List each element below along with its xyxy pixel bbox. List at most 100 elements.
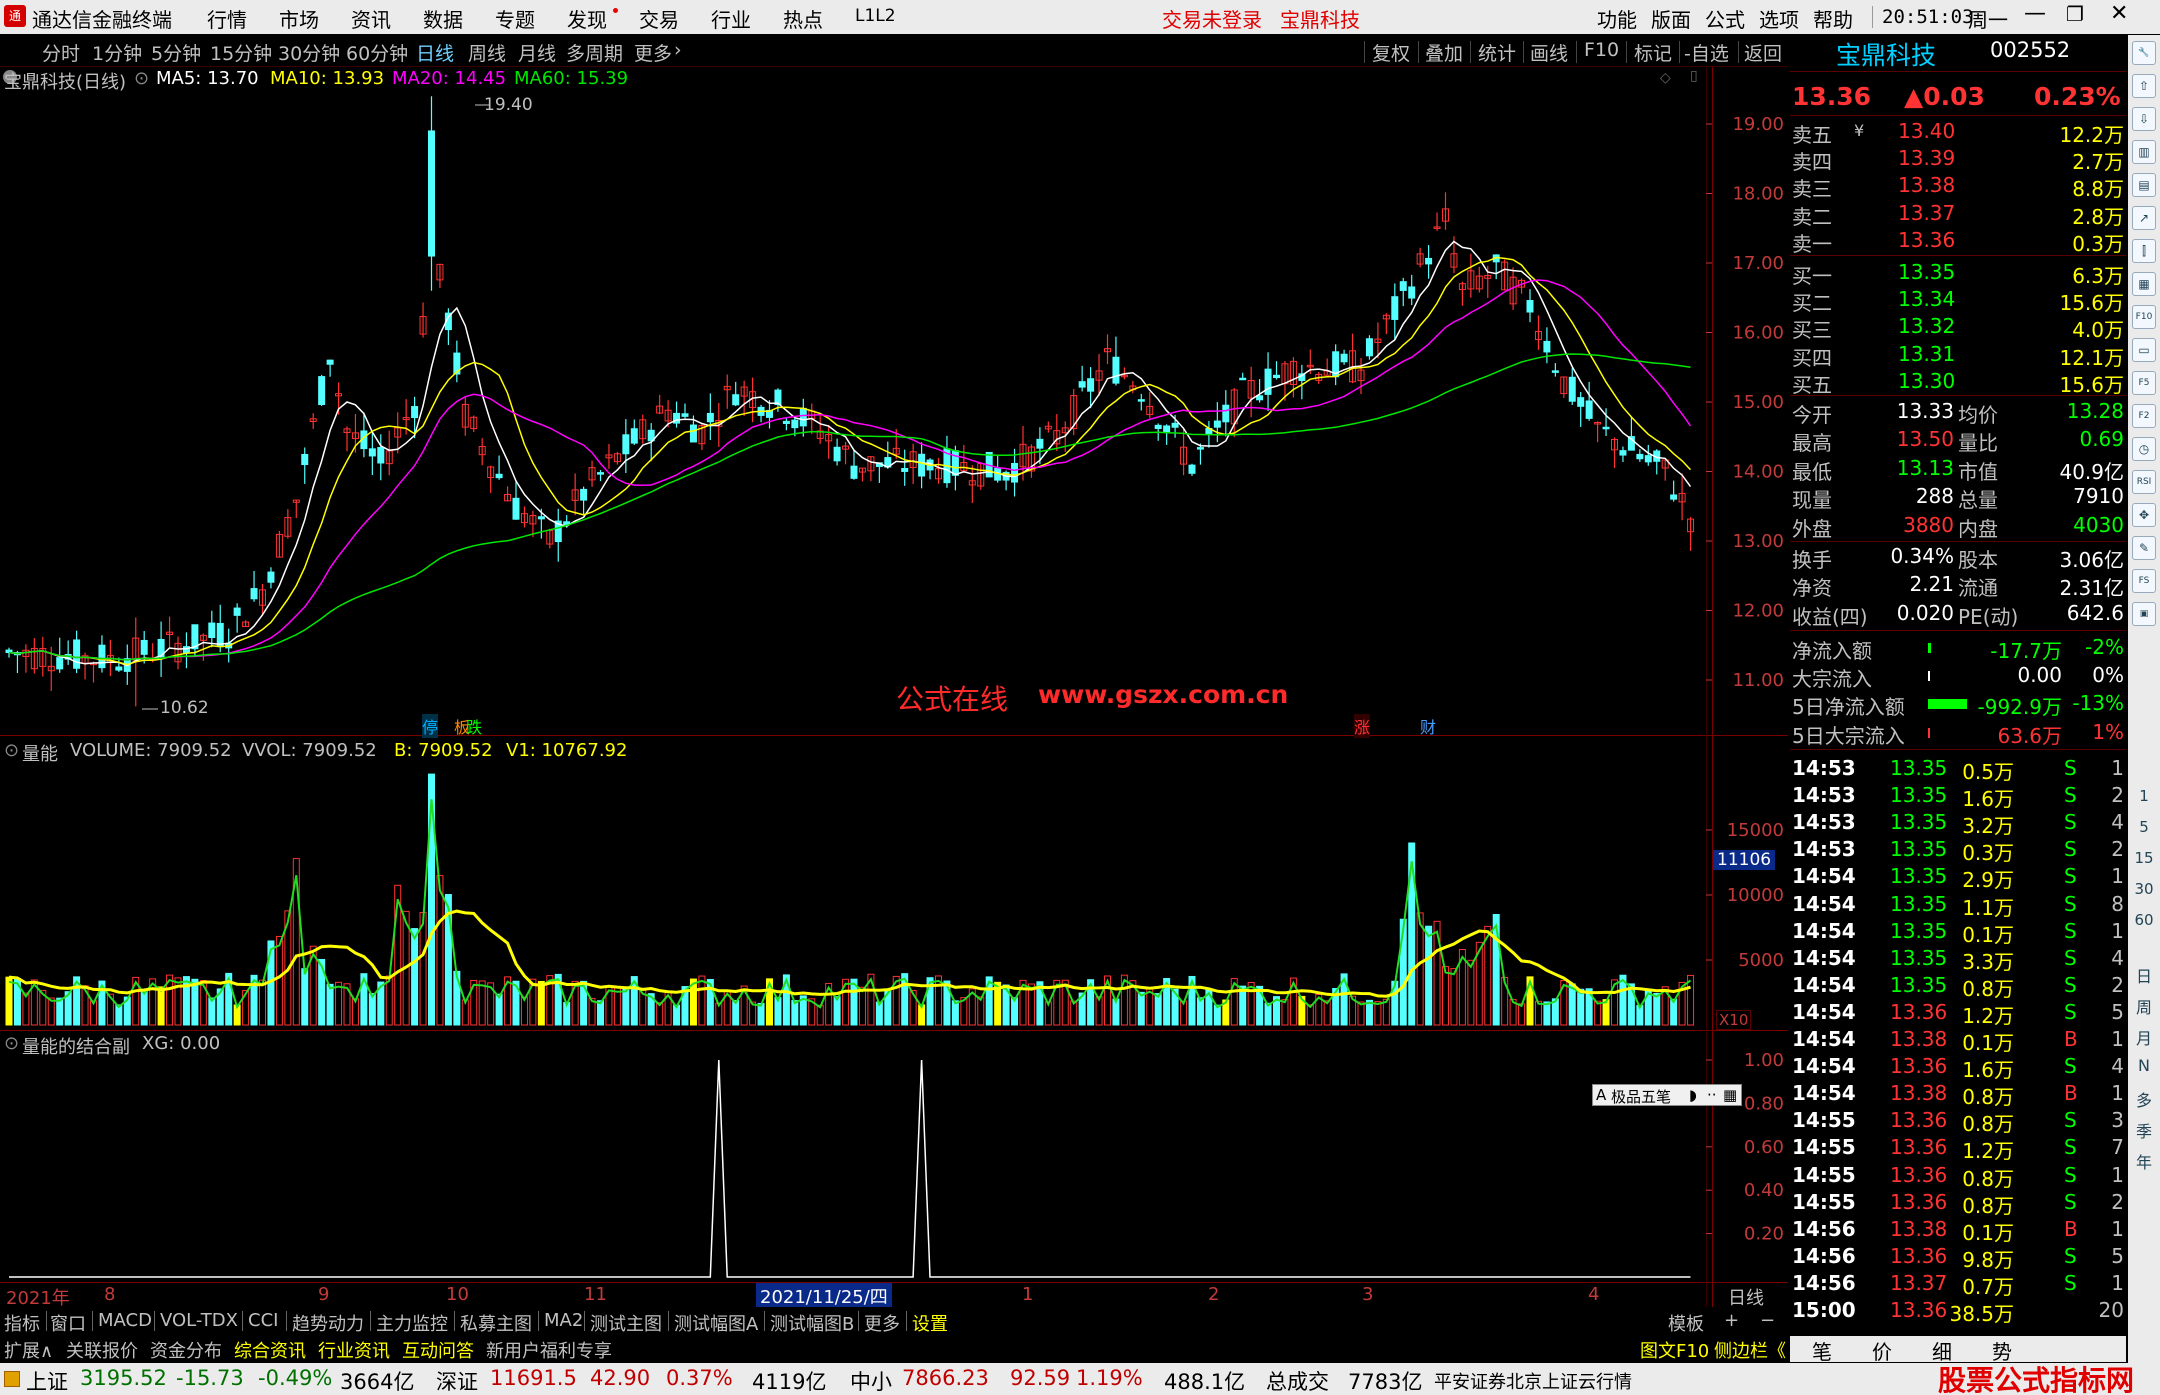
menu-item-industry[interactable]: 行业 bbox=[711, 4, 751, 33]
list-icon[interactable]: ▤ bbox=[2132, 173, 2156, 197]
side-period-5[interactable]: 季 bbox=[2128, 1118, 2160, 1142]
tab-cci[interactable]: CCI bbox=[248, 1310, 278, 1331]
period-60min[interactable]: 60分钟 bbox=[346, 39, 408, 66]
tool-mark[interactable]: 标记 bbox=[1634, 39, 1672, 66]
chevron-right-icon[interactable]: › bbox=[674, 39, 682, 61]
f10-icon[interactable]: F10 bbox=[2132, 305, 2156, 329]
menu-item-help[interactable]: 帮助 bbox=[1813, 4, 1853, 33]
move-icon[interactable]: ✥ bbox=[2132, 503, 2156, 527]
side-period-5[interactable]: 5 bbox=[2128, 818, 2160, 836]
doc-icon[interactable]: ▭ bbox=[2132, 338, 2156, 362]
side-period-6[interactable]: 年 bbox=[2128, 1149, 2160, 1173]
f5-icon[interactable]: F5 bbox=[2132, 371, 2156, 395]
tab-more[interactable]: 更多 bbox=[864, 1310, 900, 1336]
dropdown-icon[interactable]: ⊙ bbox=[134, 68, 149, 89]
template-button[interactable]: 模板 bbox=[1668, 1310, 1704, 1336]
index-sh-name[interactable]: 上证 bbox=[26, 1366, 68, 1395]
line-chart-icon[interactable]: ↗ bbox=[2132, 206, 2156, 230]
tool-overlay[interactable]: 叠加 bbox=[1425, 39, 1463, 66]
menu-item-layout[interactable]: 版面 bbox=[1651, 4, 1691, 33]
tab-settings[interactable]: 设置 bbox=[912, 1310, 948, 1336]
expand-button[interactable]: 扩展∧ bbox=[4, 1337, 53, 1363]
candle-icon[interactable]: ⫿ bbox=[2132, 239, 2156, 263]
index-sz-name[interactable]: 深证 bbox=[436, 1366, 478, 1395]
chart-canvas[interactable]: 19.00 18.00 17.00 16.00 15.00 14.00 13.00 12.00… bbox=[0, 67, 1788, 1307]
period-more[interactable]: 更多 bbox=[634, 39, 672, 66]
period-daily[interactable]: 日线 bbox=[416, 39, 454, 66]
period-timeshare[interactable]: 分时 bbox=[42, 39, 80, 66]
side-period-1[interactable]: 1 bbox=[2128, 787, 2160, 805]
sidebar-toggle[interactable]: 侧边栏《 bbox=[1714, 1337, 1786, 1363]
close-button[interactable]: ✕ bbox=[2110, 1, 2128, 26]
fs-icon[interactable]: FS bbox=[2132, 569, 2156, 593]
tool-stats[interactable]: 统计 bbox=[1478, 39, 1516, 66]
add-panel-button[interactable]: + bbox=[1724, 1310, 1739, 1331]
minimize-button[interactable]: — bbox=[2024, 1, 2046, 26]
tab-vol-tdx[interactable]: VOL-TDX bbox=[160, 1310, 238, 1331]
tool-adjust[interactable]: 复权 bbox=[1372, 39, 1410, 66]
trade-login-status[interactable]: 交易未登录 bbox=[1162, 4, 1262, 33]
status-menu-icon[interactable] bbox=[4, 1371, 20, 1387]
menu-general-news[interactable]: 综合资讯 bbox=[234, 1337, 306, 1363]
side-period-2[interactable]: 月 bbox=[2128, 1025, 2160, 1049]
wrench-icon[interactable]: 🔧 bbox=[2132, 41, 2156, 65]
menu-item-trade[interactable]: 交易 bbox=[639, 4, 679, 33]
down-arrow-icon[interactable]: ⇩ bbox=[2132, 107, 2156, 131]
tool-draw[interactable]: 画线 bbox=[1530, 39, 1568, 66]
bars-icon[interactable]: ▥ bbox=[2132, 140, 2156, 164]
menu-fund-distribution[interactable]: 资金分布 bbox=[150, 1337, 222, 1363]
tab-window[interactable]: 窗口 bbox=[50, 1310, 86, 1336]
menu-item-topics[interactable]: 专题 bbox=[495, 4, 535, 33]
side-period-15[interactable]: 15 bbox=[2128, 849, 2160, 867]
tool-remove-watchlist[interactable]: -自选 bbox=[1684, 39, 1729, 66]
menu-item-formula[interactable]: 公式 bbox=[1705, 4, 1745, 33]
menu-new-user[interactable]: 新用户福利专享 bbox=[486, 1337, 612, 1363]
clock-icon[interactable]: ◷ bbox=[2132, 437, 2156, 461]
tab-trend-power[interactable]: 趋势动力 bbox=[292, 1310, 364, 1336]
period-multi[interactable]: 多周期 bbox=[566, 39, 623, 66]
tab-test-main[interactable]: 测试主图 bbox=[590, 1310, 662, 1336]
f2-icon[interactable]: F2 bbox=[2132, 404, 2156, 428]
menu-related-quotes[interactable]: 关联报价 bbox=[66, 1337, 138, 1363]
ime-keyboard-icon[interactable]: ▦ bbox=[1723, 1086, 1737, 1104]
side-period-0[interactable]: 日 bbox=[2128, 963, 2160, 987]
tool-f10[interactable]: F10 bbox=[1584, 39, 1619, 61]
index-zx-name[interactable]: 中小 bbox=[850, 1366, 892, 1395]
up-arrow-icon[interactable]: ⇧ bbox=[2132, 74, 2156, 98]
restore-button[interactable]: ❐ bbox=[2066, 2, 2084, 26]
ind-settings-icon[interactable]: ⊙ bbox=[4, 1033, 19, 1054]
side-period-30[interactable]: 30 bbox=[2128, 880, 2160, 898]
menu-item-data[interactable]: 数据 bbox=[423, 4, 463, 33]
period-monthly[interactable]: 月线 bbox=[518, 39, 556, 66]
period-1min[interactable]: 1分钟 bbox=[92, 39, 142, 66]
rsi-icon[interactable]: RSI bbox=[2132, 470, 2156, 494]
side-period-3[interactable]: N bbox=[2128, 1056, 2160, 1075]
menu-item-market[interactable]: 市场 bbox=[279, 4, 319, 33]
menu-item-discover[interactable]: 发现 bbox=[567, 4, 607, 33]
tab-private-main[interactable]: 私募主图 bbox=[460, 1310, 532, 1336]
menu-item-l1l2[interactable]: L1L2 bbox=[855, 6, 896, 26]
period-weekly[interactable]: 周线 bbox=[468, 39, 506, 66]
tab-indicator[interactable]: 指标 bbox=[4, 1310, 40, 1336]
side-period-1[interactable]: 周 bbox=[2128, 994, 2160, 1018]
diamond-icon[interactable]: ◇ bbox=[1660, 70, 1671, 86]
period-5min[interactable]: 5分钟 bbox=[151, 39, 201, 66]
tab-ma2[interactable]: MA2 bbox=[544, 1310, 583, 1331]
menu-item-news[interactable]: 资讯 bbox=[351, 4, 391, 33]
ime-a-icon[interactable]: A bbox=[1596, 1086, 1606, 1104]
tab-macd[interactable]: MACD bbox=[98, 1310, 152, 1331]
vol-settings-icon[interactable]: ⊙ bbox=[4, 740, 19, 761]
menu-item-options[interactable]: 选项 bbox=[1759, 4, 1799, 33]
quote-tab-0[interactable]: 笔 bbox=[1812, 1336, 1832, 1365]
tool-back[interactable]: 返回 bbox=[1744, 39, 1782, 66]
quote-header[interactable]: 宝鼎科技 002552 bbox=[1790, 38, 2126, 70]
menu-item-hot[interactable]: 热点 bbox=[783, 4, 823, 33]
period-15min[interactable]: 15分钟 bbox=[210, 39, 272, 66]
tab-test-b[interactable]: 测试幅图B bbox=[770, 1310, 854, 1336]
menu-industry-news[interactable]: 行业资讯 bbox=[318, 1337, 390, 1363]
news-icon[interactable]: ▦ bbox=[2132, 272, 2156, 296]
tab-test-a[interactable]: 测试幅图A bbox=[674, 1310, 758, 1336]
pen-icon[interactable]: ✎ bbox=[2132, 536, 2156, 560]
side-period-4[interactable]: 多 bbox=[2128, 1087, 2160, 1111]
ime-moon-icon[interactable]: ◗ bbox=[1689, 1086, 1697, 1104]
